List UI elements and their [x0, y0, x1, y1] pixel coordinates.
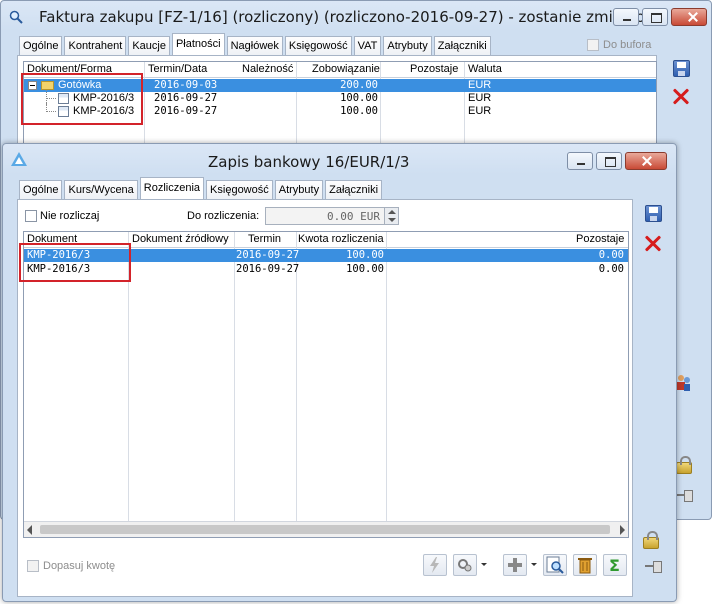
lock-icon[interactable] — [676, 456, 692, 474]
col-naleznosc[interactable]: Należność — [242, 63, 293, 75]
col-termin[interactable]: Termin — [248, 233, 281, 245]
settlement-zobowiazanie: 100.00 — [340, 92, 378, 104]
col-dokument-zrodlowy[interactable]: Dokument źródłowy — [132, 233, 229, 245]
settlement-zobowiazanie: 100.00 — [340, 105, 378, 117]
save-button[interactable] — [641, 202, 665, 226]
col-zobowiazanie[interactable]: Zobowiązanie — [312, 63, 380, 75]
maximize-button[interactable] — [596, 152, 622, 170]
tab-kaucje[interactable]: Kaucje — [128, 36, 170, 55]
spin-arrows-icon[interactable] — [384, 208, 398, 224]
svg-text:Σ: Σ — [609, 556, 620, 575]
front-window: Zapis bankowy 16/EUR/1/3 Ogólne Kurs/Wyc… — [2, 143, 677, 602]
col-waluta[interactable]: Waluta — [468, 63, 502, 75]
do-rozliczenia-label: Do rozliczenia: — [187, 210, 260, 222]
settle-button[interactable] — [453, 554, 477, 576]
settle-icon — [458, 559, 472, 572]
horizontal-scrollbar[interactable] — [24, 521, 628, 537]
tab-rozliczenia[interactable]: Rozliczenia — [139, 177, 205, 199]
maximize-button[interactable] — [642, 8, 668, 26]
tab-ogolne[interactable]: Ogólne — [19, 180, 63, 199]
settle-dropdown[interactable] — [479, 554, 489, 576]
tab-ksiegowosc[interactable]: Księgowość — [284, 36, 352, 55]
multi-user-icon[interactable] — [676, 374, 690, 391]
settlement-currency: EUR — [468, 105, 492, 117]
app-logo-icon — [11, 152, 27, 166]
tab-zalaczniki[interactable]: Załączniki — [433, 36, 491, 55]
close-button[interactable] — [671, 8, 707, 26]
do-bufora-checkbox[interactable] — [587, 39, 599, 51]
nie-rozliczaj-label: Nie rozliczaj — [40, 210, 100, 222]
front-window-title: Zapis bankowy 16/EUR/1/3 — [208, 153, 410, 171]
tab-atrybuty[interactable]: Atrybuty — [383, 36, 432, 55]
front-window-tabs: Ogólne Kurs/Wycena Rozliczenia Księgowoś… — [19, 177, 384, 199]
pin-icon[interactable] — [645, 561, 662, 573]
pin-icon[interactable] — [676, 490, 693, 502]
settlement-remaining: 0.00 — [598, 263, 624, 275]
add-icon — [508, 558, 522, 572]
payment-date: 2016-09-03 — [154, 79, 218, 91]
close-button[interactable] — [625, 152, 667, 170]
tab-ksiegowosc[interactable]: Księgowość — [206, 180, 273, 199]
cancel-button[interactable] — [669, 85, 693, 109]
save-icon — [645, 205, 662, 222]
front-window-titlebar[interactable]: Zapis bankowy 16/EUR/1/3 — [3, 144, 676, 176]
tab-ogolne[interactable]: Ogólne — [19, 36, 63, 55]
dopasuj-kwote-label: Dopasuj kwotę — [43, 560, 116, 572]
payment-currency: EUR — [468, 79, 492, 91]
back-window-titlebar[interactable]: Faktura zakupu [FZ-1/16] (rozliczony) (r… — [1, 1, 711, 33]
settlement-amount: 100.00 — [346, 263, 384, 275]
highlight-box — [19, 243, 131, 282]
dopasuj-kwote-checkbox[interactable] — [27, 560, 39, 572]
lock-icon[interactable] — [643, 531, 659, 549]
settlement-amount: 100.00 — [346, 249, 384, 261]
preview-icon — [546, 556, 564, 574]
do-rozliczenia-field[interactable]: 0.00 EUR — [265, 207, 399, 225]
col-pozostaje[interactable]: Pozostaje — [410, 63, 458, 75]
sum-icon: Σ — [609, 556, 620, 575]
do-bufora-label: Do bufora — [603, 39, 652, 51]
settlement-remaining: 0.00 — [598, 249, 624, 261]
add-button[interactable] — [503, 554, 527, 576]
add-dropdown[interactable] — [529, 554, 539, 576]
lightning-icon — [430, 557, 439, 573]
settlement-date: 2016-09-27 — [154, 105, 218, 117]
col-pozostaje[interactable]: Pozostaje — [576, 233, 624, 245]
minimize-button[interactable] — [567, 152, 593, 170]
scroll-right-icon[interactable] — [620, 525, 625, 535]
payment-zobowiazanie: 200.00 — [340, 79, 378, 91]
settlement-date: 2016-09-27 — [154, 92, 218, 104]
col-kwota-rozliczenia[interactable]: Kwota rozliczenia — [298, 233, 384, 245]
save-icon — [673, 60, 690, 77]
lightning-button[interactable] — [423, 554, 447, 576]
back-window-title: Faktura zakupu [FZ-1/16] (rozliczony) (r… — [39, 8, 664, 26]
highlight-box — [21, 73, 143, 125]
back-window-tabs: Ogólne Kontrahent Kaucje Płatności Nagłó… — [19, 33, 493, 55]
sum-button[interactable]: Σ — [603, 554, 627, 576]
do-rozliczenia-value: 0.00 EUR — [327, 210, 380, 223]
delete-button[interactable] — [573, 554, 597, 576]
tab-kurs-wycena[interactable]: Kurs/Wycena — [64, 180, 138, 199]
save-button[interactable] — [669, 57, 693, 81]
tab-zalaczniki[interactable]: Załączniki — [325, 180, 383, 199]
scroll-left-icon[interactable] — [27, 525, 32, 535]
tab-atrybuty[interactable]: Atrybuty — [274, 180, 324, 199]
magnifier-icon — [9, 10, 23, 24]
tab-platnosci[interactable]: Płatności — [171, 33, 225, 55]
tab-vat[interactable]: VAT — [353, 36, 382, 55]
minimize-button[interactable] — [613, 8, 639, 26]
cancel-button[interactable] — [641, 232, 665, 256]
scroll-thumb[interactable] — [40, 525, 610, 534]
tab-naglowek[interactable]: Nagłówek — [226, 36, 283, 55]
nie-rozliczaj-checkbox[interactable] — [25, 210, 37, 222]
tab-kontrahent[interactable]: Kontrahent — [64, 36, 127, 55]
settlement-currency: EUR — [468, 92, 492, 104]
settlement-date: 2016-09-27 — [236, 263, 300, 275]
col-termin-data[interactable]: Termin/Data — [148, 63, 207, 75]
preview-button[interactable] — [543, 554, 567, 576]
delete-icon — [578, 558, 592, 574]
settlement-date: 2016-09-27 — [236, 249, 300, 261]
